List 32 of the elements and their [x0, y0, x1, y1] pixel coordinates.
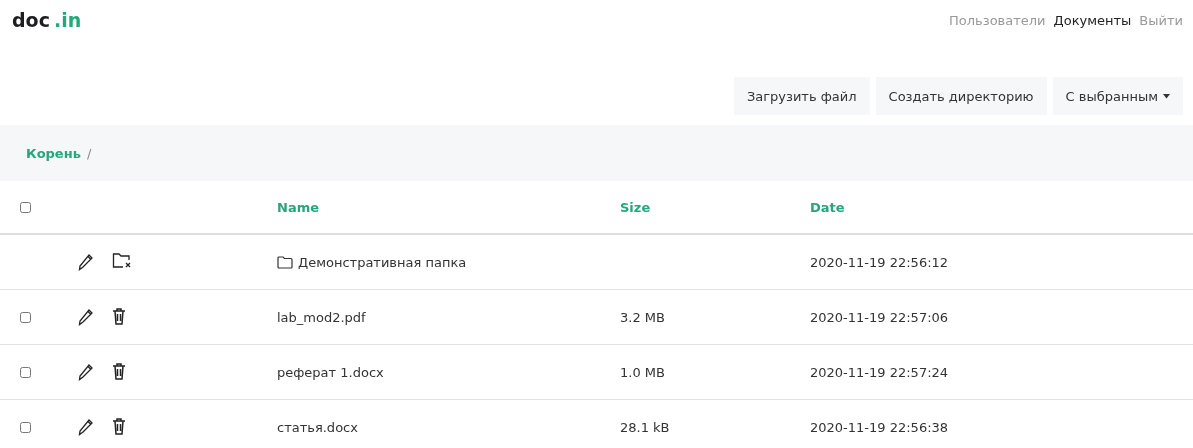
pencil-icon[interactable] [78, 418, 94, 436]
pencil-icon[interactable] [78, 253, 94, 271]
folder-delete-icon[interactable] [112, 252, 132, 269]
folder-name[interactable]: Демонстративная папка [298, 254, 467, 270]
date-cell: 2020-11-19 22:56:12 [810, 254, 949, 270]
logo-text: doc [12, 9, 50, 31]
folder-icon [277, 255, 293, 269]
breadcrumb-separator: / [86, 145, 92, 161]
file-size: 28.1 kB [620, 419, 670, 435]
row-checkbox[interactable] [20, 366, 31, 378]
caret-icon [1163, 93, 1170, 99]
file-size: 1.0 MB [620, 364, 665, 380]
row-checkbox[interactable] [20, 421, 31, 433]
dropdown-button[interactable]: С выбранным [1052, 77, 1183, 115]
file-name[interactable]: lab_mod2.pdf [277, 309, 366, 325]
logo-accent-text: .in [53, 9, 82, 31]
trash-icon[interactable] [112, 416, 126, 435]
date-cell: 2020-11-19 22:57:06 [810, 309, 949, 325]
trash-icon[interactable] [112, 306, 126, 325]
pencil-icon[interactable] [78, 308, 94, 326]
toolbar-button[interactable]: Загрузить файл [733, 77, 870, 115]
nav-link[interactable]: Документы [1053, 12, 1132, 28]
file-name[interactable]: реферат 1.docx [277, 364, 384, 380]
date-cell: 2020-11-19 22:56:38 [810, 419, 949, 435]
toolbar-button[interactable]: Создать директорию [875, 77, 1047, 115]
file-size: 3.2 MB [620, 309, 665, 325]
file-name[interactable]: статья.docx [277, 419, 358, 435]
row-checkbox[interactable] [20, 311, 31, 323]
pencil-icon[interactable] [78, 363, 94, 381]
trash-icon[interactable] [112, 361, 126, 380]
date-cell: 2020-11-19 22:57:24 [810, 364, 949, 380]
select-all-checkbox[interactable] [20, 201, 31, 213]
